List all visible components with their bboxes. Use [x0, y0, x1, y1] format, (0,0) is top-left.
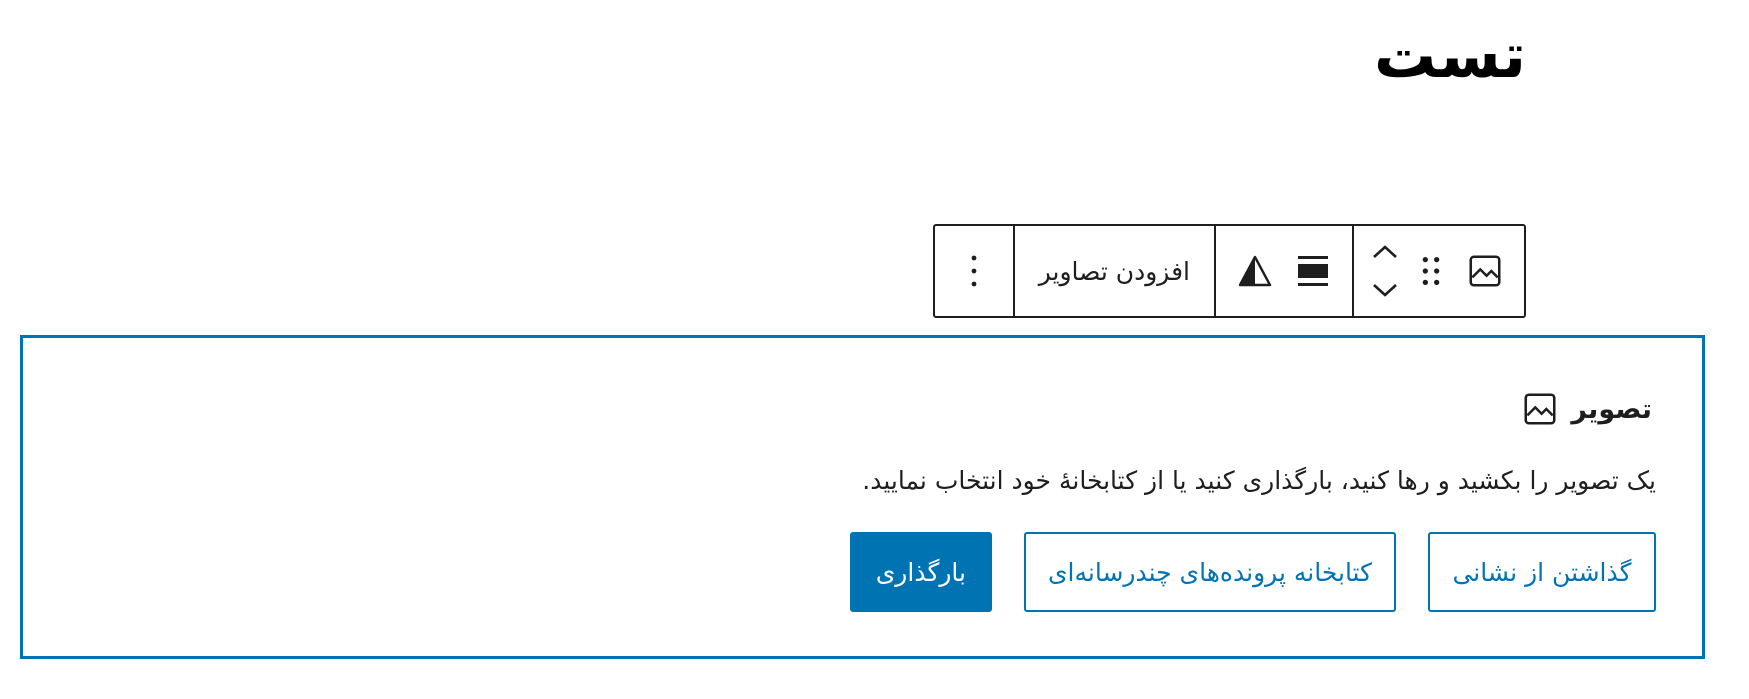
- toolbar-group-block: [1352, 226, 1524, 316]
- align-wide-icon: [1297, 254, 1329, 288]
- more-options-button[interactable]: [945, 236, 1003, 306]
- more-vertical-icon: [970, 254, 978, 288]
- chevron-down-icon: [1371, 282, 1399, 298]
- placeholder-label: تصویر: [1521, 390, 1652, 428]
- media-library-button[interactable]: کتابخانه پرونده‌های چندرسانه‌ای: [1024, 532, 1396, 612]
- image-block-placeholder[interactable]: تصویر یک تصویر را بکشید و رها کنید، بارگ…: [20, 335, 1705, 659]
- drag-handle-button[interactable]: [1406, 236, 1456, 306]
- duotone-filter-button[interactable]: [1226, 236, 1284, 306]
- image-icon: [1521, 390, 1559, 428]
- chevron-up-icon: [1371, 244, 1399, 260]
- editor-canvas: تست افزودن تصاویر تصویر یک تصویر را بکشی…: [0, 0, 1749, 699]
- toolbar-group-add: افزودن تصاویر: [1012, 226, 1214, 316]
- toolbar-group-more: [935, 226, 1013, 316]
- placeholder-actions: بارگذاری کتابخانه پرونده‌های چندرسانه‌ای…: [849, 532, 1656, 612]
- image-icon: [1466, 252, 1504, 290]
- insert-from-url-button[interactable]: گذاشتن از نشانی: [1428, 532, 1656, 612]
- move-up-button[interactable]: [1364, 235, 1406, 269]
- upload-button[interactable]: بارگذاری: [849, 532, 992, 612]
- align-button[interactable]: [1284, 236, 1342, 306]
- drag-handle-icon: [1419, 254, 1443, 288]
- toolbar-group-tools: [1214, 226, 1352, 316]
- placeholder-label-text: تصویر: [1571, 393, 1652, 425]
- add-images-button[interactable]: افزودن تصاویر: [1025, 236, 1204, 306]
- post-title[interactable]: تست: [1374, 21, 1526, 90]
- placeholder-instructions: یک تصویر را بکشید و رها کنید، بارگذاری ک…: [862, 466, 1656, 495]
- block-mover: [1364, 229, 1406, 313]
- duotone-filter-icon: [1238, 255, 1272, 287]
- move-down-button[interactable]: [1364, 273, 1406, 307]
- block-type-button[interactable]: [1456, 236, 1514, 306]
- block-toolbar: افزودن تصاویر: [932, 224, 1526, 318]
